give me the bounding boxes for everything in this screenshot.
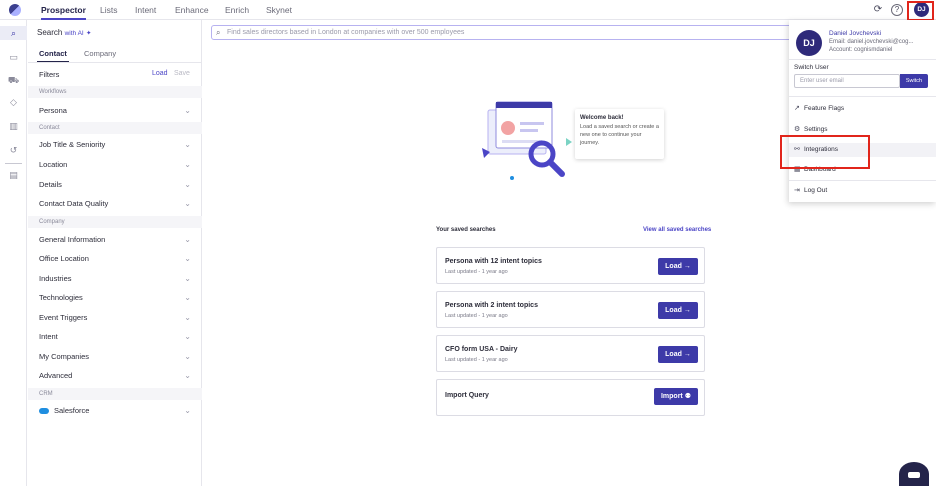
tab-intent[interactable]: Intent xyxy=(135,5,156,15)
filters-title: Filters xyxy=(39,70,60,79)
menu-item-feature-flags[interactable]: ↗ Feature Flags xyxy=(794,102,931,116)
search-icon: ⌕ xyxy=(216,28,221,37)
filters-panel: Search with AI ✦ Contact Company Filters… xyxy=(28,20,202,486)
filter-details[interactable]: Details ⌄ xyxy=(39,179,191,191)
filter-advanced[interactable]: Advanced ⌄ xyxy=(39,370,191,382)
chat-icon xyxy=(908,472,920,478)
save-filters-link[interactable]: Save xyxy=(174,70,190,77)
switch-button[interactable]: Switch xyxy=(900,74,928,88)
chevron-down-icon: ⌄ xyxy=(184,313,191,322)
left-rail: ⌕ ▭ ⛟ ◇ ▥ ↺ ▤ xyxy=(0,20,27,486)
truck-icon[interactable]: ⛟ xyxy=(5,73,22,87)
help-icon[interactable]: ? xyxy=(891,4,903,16)
search-icon[interactable]: ⌕ xyxy=(0,26,27,40)
tab-company[interactable]: Company xyxy=(84,49,116,58)
rail-divider xyxy=(5,163,22,164)
list-icon[interactable]: ▤ xyxy=(5,168,22,182)
user-add-icon: ⚉ xyxy=(684,393,691,400)
sparkle-icon: ✦ xyxy=(85,30,92,37)
filter-technologies[interactable]: Technologies ⌄ xyxy=(39,292,191,304)
arrow-right-icon: → xyxy=(683,351,691,358)
divider xyxy=(28,62,202,63)
user-account: Account: cognismdaniel xyxy=(829,47,893,53)
history-icon[interactable]: ↺ xyxy=(5,143,22,157)
diamond-icon[interactable]: ◇ xyxy=(5,95,22,109)
user-name: Daniel Jovchevski xyxy=(829,30,882,37)
logo-icon[interactable] xyxy=(9,4,21,16)
load-button[interactable]: Load → xyxy=(658,258,698,275)
chevron-down-icon: ⌄ xyxy=(184,180,191,189)
chat-widget-button[interactable] xyxy=(899,462,929,486)
divider xyxy=(789,96,936,97)
folder-icon[interactable]: ▭ xyxy=(5,50,22,64)
filter-persona[interactable]: Persona ⌄ xyxy=(39,105,191,117)
section-workflows: Workflows xyxy=(28,86,202,98)
filter-location[interactable]: Location ⌄ xyxy=(39,159,191,171)
switch-user-label: Switch User xyxy=(794,64,829,71)
external-link-icon: ↗ xyxy=(794,105,800,112)
load-button[interactable]: Load → xyxy=(658,302,698,319)
filter-intent[interactable]: Intent ⌄ xyxy=(39,331,191,343)
filter-job-title[interactable]: Job Title & Seniority ⌄ xyxy=(39,139,191,151)
section-company: Company xyxy=(28,216,202,228)
view-all-saved-searches-link[interactable]: View all saved searches xyxy=(643,227,711,233)
arrow-right-icon: → xyxy=(683,307,691,314)
chevron-down-icon: ⌄ xyxy=(184,406,191,415)
import-button[interactable]: Import ⚉ xyxy=(654,388,698,405)
salesforce-icon xyxy=(39,408,49,415)
filter-my-companies[interactable]: My Companies ⌄ xyxy=(39,351,191,363)
highlight-box-avatar xyxy=(907,1,934,21)
chevron-down-icon: ⌄ xyxy=(184,140,191,149)
arrow-right-icon: → xyxy=(683,263,691,270)
tab-enrich[interactable]: Enrich xyxy=(225,5,249,15)
tab-skynet[interactable]: Skynet xyxy=(266,5,292,15)
saved-search-card: Persona with 12 intent topics Last updat… xyxy=(436,247,705,284)
tab-lists[interactable]: Lists xyxy=(100,5,117,15)
saved-search-card: Persona with 2 intent topics Last update… xyxy=(436,291,705,328)
tab-enhance[interactable]: Enhance xyxy=(175,5,209,15)
user-email: Email: daniel.jovchevski@cog... xyxy=(829,39,914,45)
chevron-down-icon: ⌄ xyxy=(184,254,191,263)
chevron-down-icon: ⌄ xyxy=(184,332,191,341)
top-nav: Prospector Lists Intent Enhance Enrich S… xyxy=(0,0,936,20)
chevron-down-icon: ⌄ xyxy=(184,199,191,208)
chevron-down-icon: ⌄ xyxy=(184,371,191,380)
chevron-down-icon: ⌄ xyxy=(184,235,191,244)
divider xyxy=(789,59,936,60)
chevron-down-icon: ⌄ xyxy=(184,352,191,361)
logout-icon: ⇥ xyxy=(794,187,800,194)
chevron-down-icon: ⌄ xyxy=(184,274,191,283)
saved-searches-title: Your saved searches xyxy=(436,227,496,233)
chevron-down-icon: ⌄ xyxy=(184,106,191,115)
filter-contact-data-quality[interactable]: Contact Data Quality ⌄ xyxy=(39,198,191,210)
tab-prospector[interactable]: Prospector xyxy=(41,5,86,20)
import-query-card: Import Query Import ⚉ xyxy=(436,379,705,416)
refresh-icon[interactable]: ⟳ xyxy=(872,4,884,16)
menu-item-log-out[interactable]: ⇥ Log Out xyxy=(794,184,931,198)
chevron-down-icon: ⌄ xyxy=(184,293,191,302)
user-menu-dropdown: DJ Daniel Jovchevski Email: daniel.jovch… xyxy=(789,20,936,202)
filter-event-triggers[interactable]: Event Triggers ⌄ xyxy=(39,312,191,324)
filter-office-location[interactable]: Office Location ⌄ xyxy=(39,253,191,265)
section-crm: CRM xyxy=(28,388,202,400)
chevron-down-icon: ⌄ xyxy=(184,160,191,169)
welcome-illustration xyxy=(482,101,572,180)
search-input[interactable]: ⌕ Find sales directors based in London a… xyxy=(211,25,811,40)
building-icon[interactable]: ▥ xyxy=(5,119,22,133)
highlight-box-integrations xyxy=(780,135,870,169)
tab-contact[interactable]: Contact xyxy=(37,49,69,63)
filter-salesforce[interactable]: Salesforce ⌄ xyxy=(39,405,191,417)
load-filters-link[interactable]: Load xyxy=(152,70,168,77)
load-button[interactable]: Load → xyxy=(658,346,698,363)
divider xyxy=(789,180,936,181)
welcome-card: Welcome back! Load a saved search or cre… xyxy=(575,109,664,159)
avatar: DJ xyxy=(796,30,822,56)
switch-user-email-input[interactable]: Enter user email xyxy=(794,74,900,88)
search-with-ai-label: Search with AI ✦ xyxy=(37,28,92,37)
filter-industries[interactable]: Industries ⌄ xyxy=(39,273,191,285)
saved-search-card: CFO form USA - Dairy Last updated - 1 ye… xyxy=(436,335,705,372)
filter-general-information[interactable]: General Information ⌄ xyxy=(39,234,191,246)
section-contact: Contact xyxy=(28,122,202,134)
